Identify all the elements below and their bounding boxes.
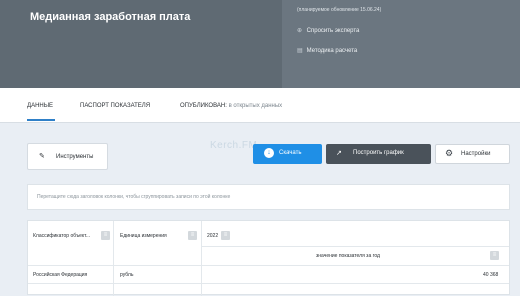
tab-bar: ДАННЫЕ ПАСПОРТ ПОКАЗАТЕЛЯ ОПУБЛИКОВАН: в…	[0, 88, 520, 123]
column-header-unit[interactable]: Единица измерения	[120, 233, 167, 239]
methodology-link[interactable]: ▤ Методика расчета	[297, 47, 357, 54]
tools-icon: ✎	[39, 153, 45, 160]
grouping-hint: Перетащите сюда заголовок колонки, чтобы…	[37, 194, 231, 200]
gear-icon: ⚙	[445, 148, 454, 158]
header-divider	[28, 265, 509, 266]
filter-icon[interactable]: ≡	[490, 251, 499, 260]
tab-published[interactable]: ОПУБЛИКОВАН: в открытых данных	[180, 103, 282, 109]
ask-expert-link[interactable]: ⊕ Спросить эксперта	[297, 27, 359, 34]
download-button[interactable]: ↓ Скачать	[253, 144, 322, 164]
tab-published-sub: в открытых данных	[228, 103, 283, 109]
header-divider	[201, 246, 509, 247]
indicator-header: Медианная заработная плата (планируемое …	[0, 0, 520, 88]
build-chart-label: Построить график	[353, 150, 404, 156]
column-divider	[201, 221, 202, 296]
download-label: Скачать	[279, 150, 302, 156]
tools-label: Инструменты	[56, 154, 94, 160]
column-header-classifier[interactable]: Классификатор объект...	[33, 233, 90, 239]
ask-expert-label: Спросить эксперта	[306, 28, 360, 34]
cell-unit: рубль	[120, 272, 134, 278]
methodology-label: Методика расчета	[306, 48, 358, 54]
watermark: Kerch.FM	[210, 140, 258, 151]
active-tab-indicator	[27, 119, 55, 121]
chart-icon: ↗	[336, 150, 342, 157]
cell-region: Российская Федерация	[33, 272, 88, 278]
help-icon: ⊕	[297, 28, 303, 34]
page-title: Медианная заработная плата	[30, 11, 191, 23]
cell-value: 40 368	[483, 272, 499, 278]
filter-icon[interactable]: ≡	[188, 231, 197, 240]
settings-button[interactable]: ⚙ Настройки	[435, 144, 510, 164]
tools-button[interactable]: ✎ Инструменты	[27, 143, 108, 170]
filter-icon[interactable]: ≡	[221, 231, 230, 240]
header-info-panel: (планируемое обновление 15.06.24) ⊕ Спро…	[282, 0, 520, 88]
update-date: (планируемое обновление 15.06.24)	[297, 7, 382, 13]
download-icon: ↓	[264, 148, 274, 158]
column-header-year[interactable]: 2022	[207, 233, 218, 239]
build-chart-button[interactable]: ↗ Построить график	[326, 144, 431, 164]
row-divider	[28, 283, 509, 284]
data-grid: Классификатор объект... ≡ Единица измере…	[27, 220, 510, 296]
column-header-value[interactable]: значение показателя за год	[316, 253, 380, 259]
settings-label: Настройки	[461, 151, 491, 157]
document-icon: ▤	[297, 48, 303, 54]
column-divider	[113, 221, 114, 296]
tab-passport[interactable]: ПАСПОРТ ПОКАЗАТЕЛЯ	[80, 103, 150, 109]
tab-data[interactable]: ДАННЫЕ	[27, 103, 53, 109]
tab-published-label: ОПУБЛИКОВАН:	[180, 103, 227, 109]
filter-icon[interactable]: ≡	[101, 231, 110, 240]
grouping-drop-area[interactable]: Перетащите сюда заголовок колонки, чтобы…	[27, 184, 510, 210]
